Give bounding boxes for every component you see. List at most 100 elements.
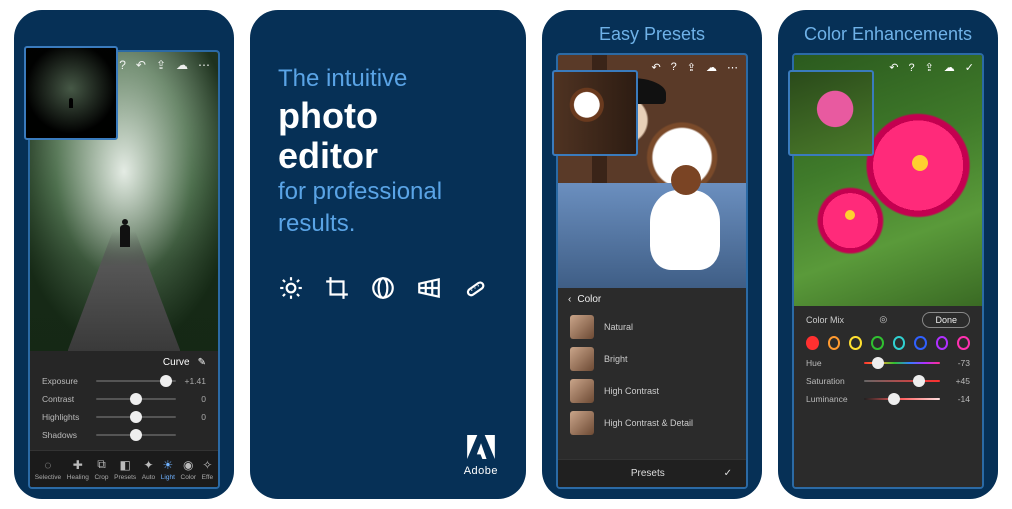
slider-contrast[interactable]: Contrast 0	[42, 394, 206, 404]
cloud-icon[interactable]: ☁	[944, 61, 955, 74]
help-icon[interactable]: ?	[119, 58, 126, 72]
slider-knob[interactable]	[160, 375, 172, 387]
share-icon[interactable]: ⇪	[687, 61, 696, 74]
slider-hue[interactable]: Hue -73	[806, 358, 970, 368]
headline-line-4: for professional	[278, 177, 498, 207]
swatch-green[interactable]	[871, 336, 884, 350]
tool-color[interactable]: ◉Color	[181, 458, 197, 481]
panel-presets: Easy Presets ↶ ? ⇪ ☁ ⋯ ‹ Color Natural	[542, 10, 762, 499]
tool-light[interactable]: ☀Light	[161, 458, 175, 481]
preset-label: Natural	[604, 322, 633, 332]
slider-label: Contrast	[42, 394, 90, 404]
tool-auto[interactable]: ✦Auto	[142, 458, 155, 481]
original-thumbnail[interactable]	[24, 46, 118, 140]
swatch-purple[interactable]	[936, 336, 949, 350]
thumb-figure	[69, 98, 73, 108]
slider-label: Luminance	[806, 394, 858, 404]
slider-highlights[interactable]: Highlights 0	[42, 412, 206, 422]
headline: The intuitive photo editor for professio…	[278, 64, 498, 239]
slider-knob[interactable]	[888, 393, 900, 405]
help-icon[interactable]: ?	[671, 61, 677, 74]
cloud-icon[interactable]: ☁	[176, 58, 188, 72]
photo-dog	[650, 190, 720, 270]
preset-thumb	[570, 411, 594, 435]
slider-value: 0	[182, 412, 206, 422]
swatch-red[interactable]	[806, 336, 819, 350]
headline-line-5: results.	[278, 209, 498, 239]
tool-presets[interactable]: ◧Presets	[114, 458, 136, 481]
panel-light-editor: ? ↶ ⇪ ☁ ⋯ Curve ✎ Exposure +1.41 Contras…	[14, 10, 234, 499]
tool-healing[interactable]: ✚Healing	[67, 458, 89, 481]
slider-value: 0	[182, 394, 206, 404]
editor-top-icons: ? ↶ ⇪ ☁ ⋯	[119, 58, 210, 72]
photo-dog-patch	[671, 165, 701, 195]
swatch-orange[interactable]	[828, 336, 841, 350]
slider-luminance[interactable]: Luminance -14	[806, 394, 970, 404]
feature-icons-row	[278, 275, 498, 301]
preset-label: Bright	[604, 354, 628, 364]
slider-label: Hue	[806, 358, 858, 368]
preset-item[interactable]: Bright	[558, 343, 746, 375]
slider-label: Exposure	[42, 376, 90, 386]
slider-value: +45	[946, 376, 970, 386]
more-icon[interactable]: ⋯	[727, 61, 738, 74]
panel-title-color: Color Enhancements	[778, 10, 998, 53]
more-icon[interactable]: ⋯	[198, 58, 210, 72]
preset-item[interactable]: High Contrast	[558, 375, 746, 407]
crop-icon	[324, 275, 350, 301]
check-icon[interactable]: ✓	[724, 468, 732, 479]
undo-icon[interactable]: ↶	[889, 61, 898, 74]
swatch-yellow[interactable]	[849, 336, 862, 350]
brightness-icon	[278, 275, 304, 301]
done-button[interactable]: Done	[922, 312, 970, 328]
swatch-blue[interactable]	[914, 336, 927, 350]
undo-icon[interactable]: ↶	[651, 61, 660, 74]
editor-top-icons: ↶ ? ⇪ ☁ ✓	[889, 61, 974, 74]
cloud-icon[interactable]: ☁	[706, 61, 717, 74]
tool-effects[interactable]: ✧Effe	[202, 458, 213, 481]
slider-knob[interactable]	[130, 411, 142, 423]
preset-label: High Contrast	[604, 386, 659, 396]
slider-label: Saturation	[806, 376, 858, 386]
target-icon[interactable]: ◎	[879, 314, 887, 325]
tool-selective[interactable]: ◌Selective	[35, 458, 61, 481]
share-icon[interactable]: ⇪	[156, 58, 166, 72]
presets-footer: Presets ✓	[558, 459, 746, 487]
chevron-left-icon[interactable]: ‹	[568, 294, 571, 305]
swatch-aqua[interactable]	[893, 336, 906, 350]
panel-color-enhancements: Color Enhancements ↶ ? ⇪ ☁ ✓ Color Mix ◎…	[778, 10, 998, 499]
presets-section-header[interactable]: ‹ Color	[558, 288, 746, 311]
curve-mode-label[interactable]: Curve	[163, 357, 190, 368]
presets-footer-label[interactable]: Presets	[631, 468, 665, 479]
share-icon[interactable]: ⇪	[925, 61, 934, 74]
light-sliders-panel: Curve ✎ Exposure +1.41 Contrast 0 Highli…	[30, 351, 218, 450]
slider-knob[interactable]	[913, 375, 925, 387]
slider-value: -73	[946, 358, 970, 368]
color-swatches	[806, 336, 970, 350]
bottom-toolbar: ◌Selective ✚Healing ⧉Crop ◧Presets ✦Auto…	[30, 450, 218, 487]
brand-name: Adobe	[464, 465, 498, 477]
heal-icon	[462, 275, 488, 301]
presets-section-label: Color	[577, 294, 601, 305]
slider-saturation[interactable]: Saturation +45	[806, 376, 970, 386]
slider-shadows[interactable]: Shadows	[42, 430, 206, 440]
original-thumbnail[interactable]	[552, 70, 638, 156]
slider-knob[interactable]	[130, 429, 142, 441]
slider-knob[interactable]	[130, 393, 142, 405]
preset-item[interactable]: Natural	[558, 311, 746, 343]
help-icon[interactable]: ?	[908, 62, 914, 74]
preset-thumb	[570, 379, 594, 403]
preset-item[interactable]: High Contrast & Detail	[558, 407, 746, 439]
slider-knob[interactable]	[872, 357, 884, 369]
photo-figure	[120, 225, 130, 247]
tool-crop[interactable]: ⧉Crop	[94, 457, 108, 481]
original-thumbnail[interactable]	[788, 70, 874, 156]
edit-pencil-icon[interactable]: ✎	[198, 357, 206, 368]
undo-icon[interactable]: ↶	[136, 58, 146, 72]
brand-block: Adobe	[464, 435, 498, 477]
headline-line-3: editor	[278, 136, 498, 176]
grid-icon	[416, 275, 442, 301]
check-icon[interactable]: ✓	[965, 61, 974, 74]
swatch-magenta[interactable]	[957, 336, 970, 350]
slider-exposure[interactable]: Exposure +1.41	[42, 376, 206, 386]
